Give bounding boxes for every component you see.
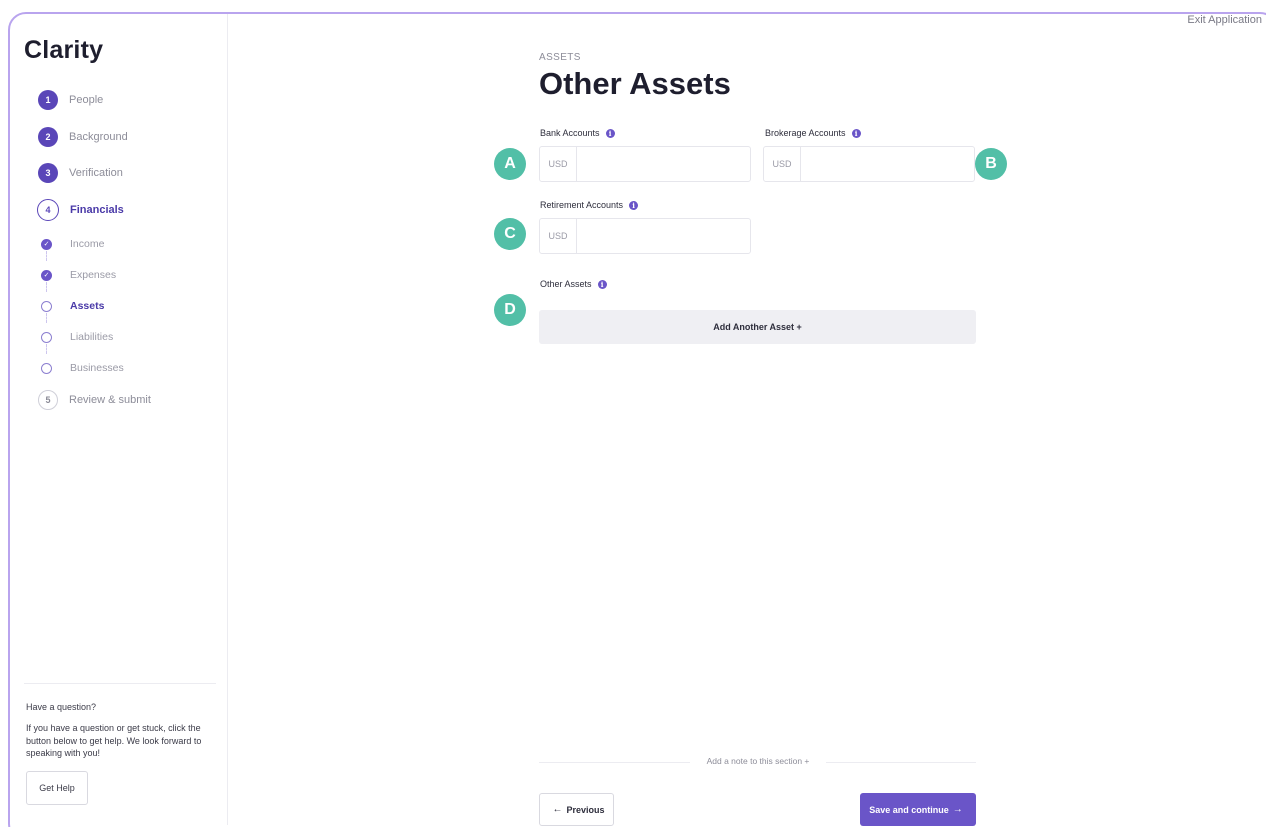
arrow-right-icon: → xyxy=(952,804,963,815)
step-label: Background xyxy=(69,131,128,143)
sidebar: Clarity 1 People 2 Background 3 Verifica… xyxy=(10,14,228,825)
retirement-accounts-field[interactable] xyxy=(577,219,750,253)
step-label: Review & submit xyxy=(69,394,151,406)
add-another-asset-button[interactable]: Add Another Asset + xyxy=(539,310,976,344)
step-number: 5 xyxy=(38,390,58,410)
help-text: If you have a question or get stuck, cli… xyxy=(26,723,202,758)
retirement-accounts-input[interactable]: USD xyxy=(539,218,751,254)
currency-prefix: USD xyxy=(540,219,577,253)
step-number: 1 xyxy=(38,90,58,110)
step-number: 2 xyxy=(38,127,58,147)
step-review-submit[interactable]: 5 Review & submit xyxy=(38,390,151,410)
save-label: Save and continue xyxy=(869,804,949,815)
info-icon[interactable]: i xyxy=(629,200,639,210)
substep-businesses[interactable]: Businesses xyxy=(41,362,124,374)
bank-accounts-label: Bank Accounts i xyxy=(540,128,615,138)
add-note-link[interactable]: Add a note to this section + xyxy=(690,756,826,766)
previous-button[interactable]: ← Previous xyxy=(539,793,614,826)
circle-icon xyxy=(41,362,52,374)
circle-icon xyxy=(41,300,52,312)
marker-c: C xyxy=(494,218,526,250)
substep-income[interactable]: ✓ Income xyxy=(41,238,104,250)
check-icon: ✓ xyxy=(41,238,52,250)
help-divider xyxy=(24,683,216,684)
help-title: Have a question? xyxy=(26,702,97,712)
substep-liabilities[interactable]: Liabilities xyxy=(41,331,113,343)
section-eyebrow: ASSETS xyxy=(539,52,581,63)
step-connector xyxy=(46,282,47,292)
arrow-left-icon: ← xyxy=(552,804,563,815)
substep-label: Expenses xyxy=(70,269,117,281)
step-verification[interactable]: 3 Verification xyxy=(38,163,123,183)
substep-label: Assets xyxy=(70,300,105,312)
substep-expenses[interactable]: ✓ Expenses xyxy=(41,269,116,281)
bank-accounts-field[interactable] xyxy=(577,147,750,181)
check-icon: ✓ xyxy=(41,269,52,281)
field-label-text: Other Assets xyxy=(540,279,592,289)
step-people[interactable]: 1 People xyxy=(38,90,103,110)
step-background[interactable]: 2 Background xyxy=(38,127,128,147)
substep-label: Businesses xyxy=(70,362,124,374)
circle-icon xyxy=(41,331,52,343)
marker-d: D xyxy=(494,294,526,326)
field-label-text: Retirement Accounts xyxy=(540,200,624,210)
step-connector xyxy=(46,344,47,354)
brokerage-accounts-label: Brokerage Accounts i xyxy=(765,128,861,138)
substep-assets[interactable]: Assets xyxy=(41,300,104,312)
brand-logo: Clarity xyxy=(24,36,104,64)
marker-b: B xyxy=(975,148,1007,180)
save-and-continue-button[interactable]: Save and continue → xyxy=(860,793,976,826)
other-assets-label: Other Assets i xyxy=(540,279,607,289)
brokerage-accounts-field[interactable] xyxy=(801,147,974,181)
step-connector xyxy=(46,251,47,261)
get-help-button[interactable]: Get Help xyxy=(26,771,88,805)
info-icon[interactable]: i xyxy=(605,128,615,138)
bank-accounts-input[interactable]: USD xyxy=(539,146,751,182)
currency-prefix: USD xyxy=(540,147,577,181)
field-label-text: Brokerage Accounts xyxy=(765,128,846,138)
step-label: Verification xyxy=(69,167,123,179)
page-title: Other Assets xyxy=(539,66,731,101)
substep-label: Liabilities xyxy=(70,331,114,343)
retirement-accounts-label: Retirement Accounts i xyxy=(540,200,639,210)
info-icon[interactable]: i xyxy=(597,279,607,289)
info-icon[interactable]: i xyxy=(851,128,861,138)
currency-prefix: USD xyxy=(764,147,801,181)
brokerage-accounts-input[interactable]: USD xyxy=(763,146,975,182)
substep-label: Income xyxy=(70,238,105,250)
marker-a: A xyxy=(494,148,526,180)
field-label-text: Bank Accounts xyxy=(540,128,600,138)
exit-application-link[interactable]: Exit Application xyxy=(1187,14,1262,26)
step-number: 3 xyxy=(38,163,58,183)
step-label: People xyxy=(69,94,104,106)
step-connector xyxy=(46,313,47,323)
step-label: Financials xyxy=(70,204,124,216)
step-financials[interactable]: 4 Financials xyxy=(37,199,124,221)
step-number: 4 xyxy=(37,199,59,221)
previous-label: Previous xyxy=(566,804,605,815)
